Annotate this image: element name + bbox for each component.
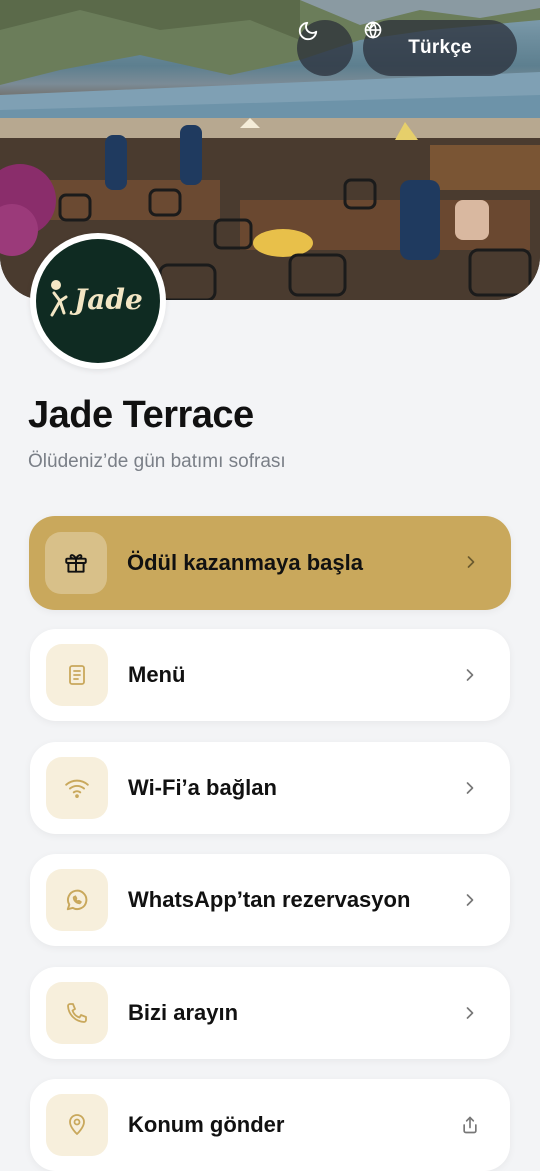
document-icon	[69, 665, 85, 685]
logo-text: Jade	[69, 283, 143, 316]
rewards-icon-box	[45, 532, 107, 594]
share-icon	[463, 1116, 477, 1134]
language-selector[interactable]: Türkçe	[363, 20, 517, 76]
call-us-button[interactable]: Bizi arayın	[30, 967, 510, 1059]
restaurant-name: Jade Terrace	[28, 394, 254, 436]
rewards-button[interactable]: Ödül kazanmaya başla	[29, 516, 511, 610]
jade-logo: Jade	[50, 280, 143, 317]
theme-toggle-button[interactable]	[297, 20, 353, 76]
logo-badge: Jade	[36, 239, 160, 363]
menu-button[interactable]: Menü	[30, 629, 510, 721]
menu-label: Menü	[128, 662, 186, 687]
whatsapp-icon-box	[46, 869, 108, 931]
whatsapp-reservation-button[interactable]: WhatsApp’tan rezervasyon	[30, 854, 510, 946]
moon-icon	[298, 21, 318, 41]
rewards-label: Ödül kazanmaya başla	[127, 550, 363, 575]
restaurant-tagline: Ölüdeniz’de gün batımı sofrası	[28, 451, 286, 472]
chevron-down-icon	[365, 24, 375, 30]
gift-icon	[65, 554, 87, 573]
chevron-right-icon	[466, 669, 474, 681]
send-location-label: Konum gönder	[128, 1112, 285, 1137]
chevron-right-icon	[466, 782, 474, 794]
whatsapp-label: WhatsApp’tan rezervasyon	[128, 887, 411, 912]
logo-avatar: Jade	[30, 233, 166, 369]
phone-icon	[67, 1003, 87, 1023]
wifi-icon-box	[46, 757, 108, 819]
wifi-label: Wi-Fi’a bağlan	[128, 775, 277, 800]
menu-icon-box	[46, 644, 108, 706]
wifi-icon	[65, 779, 89, 798]
call-us-label: Bizi arayın	[128, 1000, 239, 1025]
chevron-right-icon	[466, 894, 474, 906]
location-icon-box	[46, 1094, 108, 1156]
whatsapp-icon	[66, 889, 88, 911]
phone-icon-box	[46, 982, 108, 1044]
chevron-right-icon	[466, 1007, 474, 1019]
language-label: Türkçe	[408, 37, 472, 58]
send-location-button[interactable]: Konum gönder	[30, 1079, 510, 1171]
wifi-button[interactable]: Wi-Fi’a bağlan	[30, 742, 510, 834]
location-pin-icon	[69, 1114, 85, 1135]
chevron-right-icon	[467, 556, 475, 568]
